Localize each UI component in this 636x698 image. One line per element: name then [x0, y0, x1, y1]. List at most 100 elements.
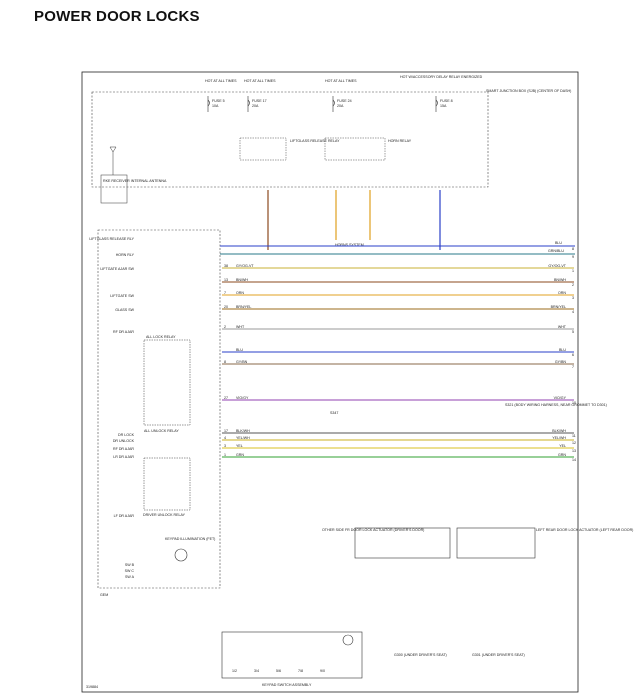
module-pin-label: LIFTGATE AJAR SW: [100, 267, 134, 271]
wire-right-label: BRN/YEL: [551, 305, 566, 309]
keypad-buttons: 1/2 3/4 5/6 7/8 9/0: [232, 669, 325, 673]
wire-color-code: BLU: [236, 348, 243, 352]
module-pin-label: LIFTGLASS RELEASE RLY: [89, 237, 134, 241]
top-wire-2-label: GRN/BLU: [548, 249, 564, 253]
top-wire-1-label: BLU: [555, 241, 562, 245]
wire-color-code: GY/OG-VT: [236, 264, 254, 268]
fuse-label-1: HOT AT ALL TIMES: [205, 79, 237, 83]
module-pin-label: LR DR AJAR: [113, 455, 134, 459]
wire-number: 4: [572, 310, 574, 314]
wire-number: 14: [572, 458, 576, 462]
module-pin-label: LF DR AJAR: [114, 514, 135, 518]
wire-number: 3: [572, 296, 574, 300]
module-pin-labels: LIFTGLASS RELEASE RLY HORN RLY LIFTGATE AJ…: [89, 237, 134, 579]
wire-number: 11: [572, 434, 576, 438]
driver-unlock-relay-label: DRIVER UNLOCK RELAY: [143, 513, 186, 517]
keypad-button-label: 1/2: [232, 669, 237, 673]
fuse-3-name: FUSE 24: [337, 99, 352, 103]
s347-label: S347: [330, 411, 338, 415]
wiring-diagram: HOT AT ALL TIMES HOT AT ALL TIMES HOT AT…: [81, 71, 633, 693]
wire-color-code: GRN: [236, 453, 244, 457]
wire-right-label: ORN: [558, 291, 566, 295]
wire-color-code: BRN/YEL: [236, 305, 251, 309]
wire-number: 1: [572, 269, 574, 273]
fuse-label-3: HOT AT ALL TIMES: [325, 79, 357, 83]
wire-pin: 27: [224, 396, 228, 400]
fuse-2-rating: 20A: [252, 104, 259, 108]
module-pin-label: DR UNLOCK: [113, 439, 135, 443]
top-wire-2-num: 9: [572, 255, 574, 259]
fuse-4-name: FUSE 8: [440, 99, 453, 103]
wire-pin: 20: [224, 305, 228, 309]
illumination-label: KEYPAD ILLUMINATION (FET): [165, 537, 215, 541]
wire-right-label: VIO/GY: [554, 396, 567, 400]
module-pin-label: RF DR AJAR: [113, 330, 134, 334]
wire-right-label: GRN: [558, 453, 566, 457]
fuse-1-name: FUSE 5: [212, 99, 225, 103]
antenna-icon: [109, 146, 117, 175]
wire-color-code: BLK/WH: [236, 429, 250, 433]
wire-right-label: YEL: [559, 444, 566, 448]
wire-right-label: BLK/WH: [552, 429, 566, 433]
door-lock-actuator-label: OTHER SIDE FR DOOR LOCK ACTUATOR (DRIVER…: [322, 528, 424, 532]
top-wire-1-num: 8: [572, 247, 574, 251]
diagram-frame: [81, 71, 579, 693]
liftglass-relay: [239, 137, 287, 161]
figure-id: 319884: [86, 685, 98, 689]
illumination-icon: [174, 548, 188, 562]
wire-number: 13: [572, 449, 576, 453]
wire-pin: 4: [224, 436, 226, 440]
keypad-label: KEYPAD SWITCH ASSEMBLY: [262, 683, 312, 687]
driver-unlock-relay: [143, 457, 191, 511]
fuse-2-name: FUSE 17: [252, 99, 267, 103]
wire-number: 6: [572, 353, 574, 357]
keypad-led-icon: [342, 634, 354, 646]
wire-number: 5: [572, 330, 574, 334]
wire-pin: 2: [224, 325, 226, 329]
wire-pin: 3: [224, 444, 226, 448]
fuse-label-4: HOT W/ACCESSORY DELAY RELAY ENERGIZED: [400, 75, 483, 79]
wire-pin: 17: [224, 429, 228, 433]
wire-right-label: GY/OG-VT: [548, 264, 566, 268]
door-lock-actuator: [354, 527, 451, 559]
wire-right-label: BLU: [559, 348, 566, 352]
module-pin-label: RF DR AJAR: [113, 447, 134, 451]
keypad-button-label: 7/8: [298, 669, 303, 673]
wire-number: 12: [572, 441, 576, 445]
wire-pin: 7: [224, 291, 226, 295]
ground-g301-label: G301 (UNDER DRIVER'S SEAT): [472, 653, 525, 657]
rear-actuator-label: LEFT REAR DOOR LOCK ACTUATOR (LEFT REAR …: [536, 528, 633, 532]
wire-color-code: WHT: [236, 325, 245, 329]
module-pin-label: SW C: [125, 569, 135, 573]
module-pin-label: SW A: [125, 575, 135, 579]
keypad-button-label: 5/6: [276, 669, 281, 673]
keypad-button-label: 9/0: [320, 669, 325, 673]
module-pin-label: GLASS SW: [115, 308, 134, 312]
wire-right-label: YEL/WH: [552, 436, 566, 440]
wire-number: 7: [572, 365, 574, 369]
fuses: FUSE 5 10A FUSE 17 20A FUSE 24 20A FUSE …: [207, 96, 453, 112]
fuse-1-rating: 10A: [212, 104, 219, 108]
wire-number: 2: [572, 283, 574, 287]
wire-color-code: GY/BN: [236, 360, 248, 364]
ground-g300-label: G300 (UNDER DRIVER'S SEAT): [394, 653, 447, 657]
wire-color-code: VIO/GY: [236, 396, 249, 400]
wire-pin: 38: [224, 264, 228, 268]
gem-label: GEM: [100, 593, 108, 597]
fuse-label-2: HOT AT ALL TIMES: [244, 79, 276, 83]
horn-relay-label: HORN RELAY: [388, 139, 412, 143]
module-pin-label: LIFTGATE SW: [110, 294, 134, 298]
all-unlock-relay-label: ALL UNLOCK RELAY: [144, 429, 179, 433]
liftglass-relay-label: LIFTGLASS RELEASE RELAY: [290, 139, 340, 143]
wire-pin: 13: [224, 278, 228, 282]
wire-color-code: ORN: [236, 291, 244, 295]
wire-color-code: YEL/WH: [236, 436, 250, 440]
module-pin-label: HORN RLY: [116, 253, 135, 257]
module-pin-label: DR LOCK: [118, 433, 135, 437]
wire-pin: 1: [224, 453, 226, 457]
wire-right-label: GY/BN: [555, 360, 567, 364]
wire-right-label: BN/WH: [554, 278, 566, 282]
wire-right-label: WHT: [558, 325, 567, 329]
module-pin-label: SW B: [125, 563, 135, 567]
splice-label: S321 (BODY WIRING HARNESS, NEAR GROMMET …: [505, 403, 607, 407]
